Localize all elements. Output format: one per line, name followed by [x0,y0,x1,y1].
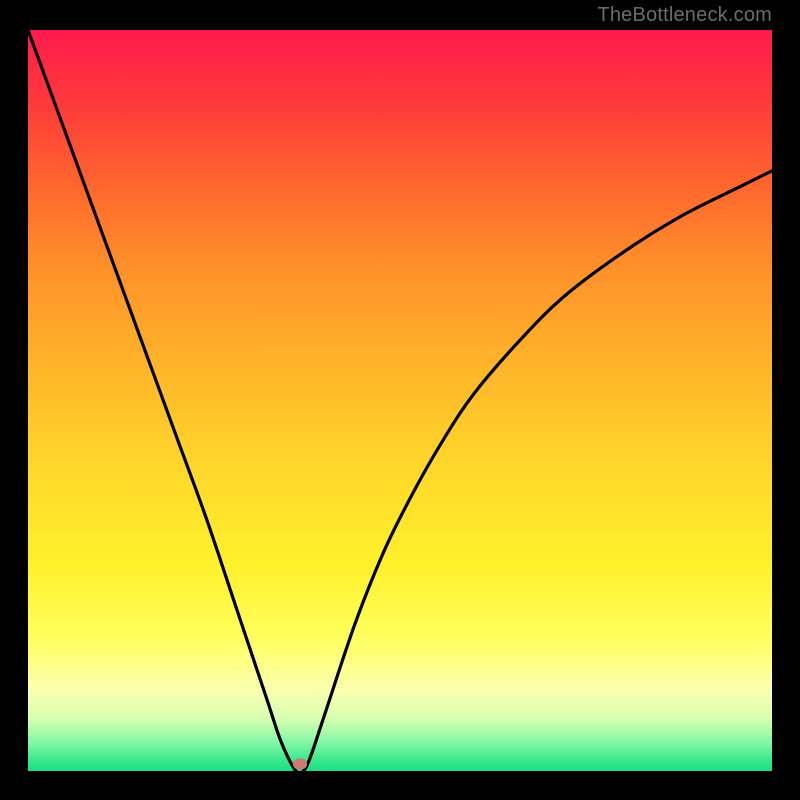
chart-frame: TheBottleneck.com [0,0,800,800]
min-marker [293,759,307,770]
plot-area [28,30,772,771]
watermark-text: TheBottleneck.com [597,4,772,27]
